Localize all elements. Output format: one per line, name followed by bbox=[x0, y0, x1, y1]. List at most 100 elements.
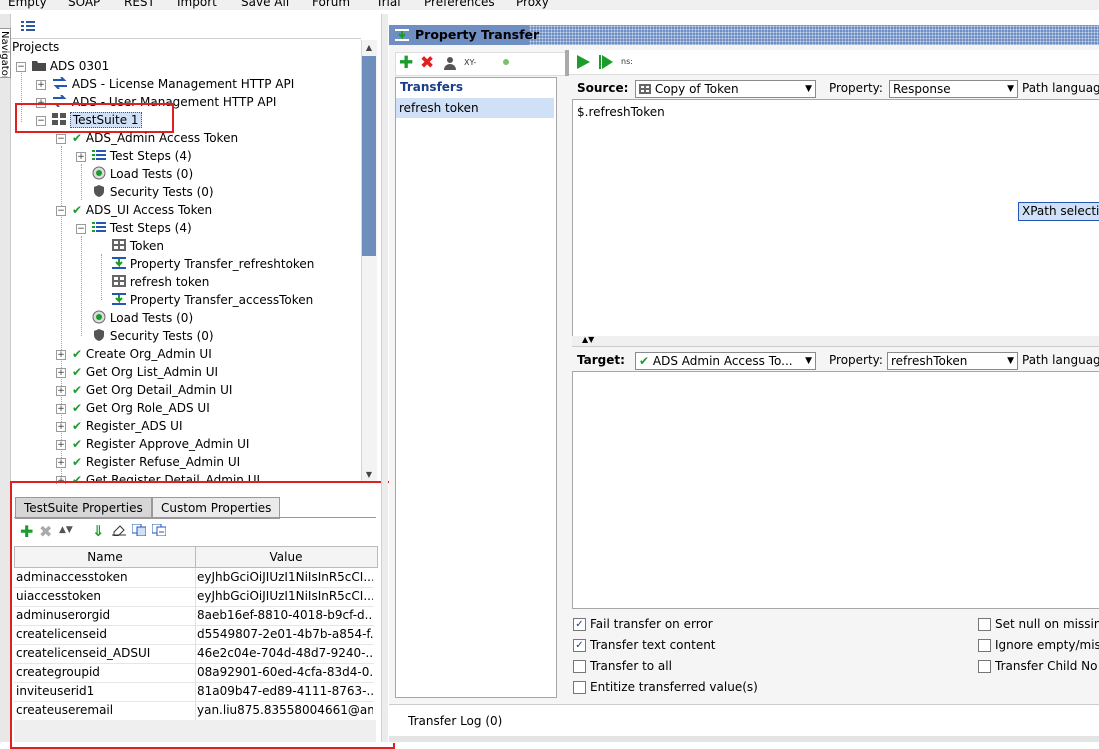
target-select[interactable]: ✔ ADS Admin Access To... ▼ bbox=[635, 352, 816, 370]
tree-case[interactable]: ✔ Get Org Detail_Admin UI bbox=[72, 381, 232, 399]
menu-soap[interactable]: SOAP bbox=[68, 0, 100, 9]
tree-load-tests[interactable]: Load Tests (0) bbox=[92, 165, 193, 183]
scroll-up-icon[interactable]: ▲ bbox=[362, 41, 376, 55]
folder-icon bbox=[32, 59, 46, 73]
expand-toggle[interactable]: + bbox=[56, 368, 66, 378]
tree-scroll-thumb[interactable] bbox=[362, 56, 376, 256]
tree-step-transfer-access[interactable]: Property Transfer_accessToken bbox=[112, 291, 313, 309]
steps-list-icon bbox=[92, 221, 106, 235]
menu-proxy[interactable]: Proxy bbox=[516, 0, 549, 9]
splitter-arrows-icon: ▲▼ bbox=[582, 335, 595, 344]
navigator-tab[interactable]: Navigator bbox=[0, 28, 11, 78]
menu-rest[interactable]: REST bbox=[124, 0, 155, 9]
expand-toggle[interactable]: + bbox=[36, 80, 46, 90]
tree-line bbox=[81, 236, 82, 336]
delete-transfer-icon[interactable]: ✖ bbox=[420, 53, 434, 73]
transfers-label: Transfers bbox=[400, 80, 463, 94]
tree-security-tests[interactable]: Security Tests (0) bbox=[92, 327, 214, 345]
transfer-child-checkbox[interactable] bbox=[978, 660, 991, 673]
menu-preferences[interactable]: Preferences bbox=[424, 0, 495, 9]
check-icon: ✔ bbox=[72, 383, 83, 397]
target-expression-area[interactable] bbox=[572, 371, 1099, 609]
area-splitter[interactable]: ▲▼ bbox=[572, 335, 1099, 347]
tree-project[interactable]: ADS 0301 bbox=[32, 57, 109, 75]
check-icon: ✔ bbox=[639, 354, 650, 368]
tree-step-transfer-refresh[interactable]: Property Transfer_refreshtoken bbox=[112, 255, 314, 273]
expand-toggle[interactable]: + bbox=[56, 404, 66, 414]
entitize-label: Entitize transferred value(s) bbox=[590, 680, 758, 694]
menu-import[interactable]: Import bbox=[177, 0, 217, 9]
gauge-icon bbox=[92, 310, 106, 325]
status-dot-icon bbox=[503, 59, 509, 65]
scroll-down-icon[interactable]: ▼ bbox=[362, 468, 376, 482]
gauge-icon bbox=[92, 166, 106, 181]
property-label: Property: bbox=[829, 81, 883, 95]
grid-icon bbox=[639, 82, 651, 96]
ignore-empty-checkbox[interactable] bbox=[978, 639, 991, 652]
transfer-text-checkbox[interactable]: ✓ bbox=[573, 639, 586, 652]
expand-toggle[interactable]: + bbox=[76, 152, 86, 162]
collapse-toggle[interactable]: − bbox=[76, 224, 86, 234]
property-label: Property: bbox=[829, 353, 883, 367]
fail-transfer-checkbox[interactable]: ✓ bbox=[573, 618, 586, 631]
xpath-tooltip: XPath selectio bbox=[1018, 202, 1099, 221]
tree-api-license[interactable]: ADS - License Management HTTP API bbox=[52, 75, 294, 93]
request-icon bbox=[112, 275, 126, 289]
tree-case[interactable]: ✔ Register Approve_Admin UI bbox=[72, 435, 249, 453]
tree-security-tests[interactable]: Security Tests (0) bbox=[92, 183, 214, 201]
tree-case[interactable]: ✔ Register Refuse_Admin UI bbox=[72, 453, 240, 471]
expand-toggle[interactable]: + bbox=[56, 386, 66, 396]
tree-load-tests[interactable]: Load Tests (0) bbox=[92, 309, 193, 327]
panel-splitter[interactable] bbox=[381, 14, 388, 742]
menu-forum[interactable]: Forum bbox=[312, 0, 350, 9]
collapse-toggle[interactable]: − bbox=[56, 134, 66, 144]
projects-label: Projects bbox=[12, 40, 60, 54]
request-icon bbox=[112, 239, 126, 253]
xy-icon[interactable]: XY- bbox=[464, 58, 476, 67]
expand-toggle[interactable]: + bbox=[56, 422, 66, 432]
tree-test-steps[interactable]: Test Steps (4) bbox=[92, 219, 192, 237]
target-property-select[interactable]: refreshToken ▼ bbox=[887, 352, 1018, 370]
entitize-checkbox[interactable] bbox=[573, 681, 586, 694]
panel-title: Property Transfer bbox=[415, 27, 540, 42]
expand-toggle[interactable]: + bbox=[56, 350, 66, 360]
menu-empty[interactable]: Empty bbox=[8, 0, 47, 9]
user-icon[interactable] bbox=[444, 56, 456, 70]
collapse-toggle[interactable]: − bbox=[56, 206, 66, 216]
source-select[interactable]: Copy of Token ▼ bbox=[635, 80, 816, 98]
check-icon: ✔ bbox=[72, 455, 83, 469]
tree-case[interactable]: ✔ Register_ADS UI bbox=[72, 417, 183, 435]
namespace-icon[interactable]: ns: bbox=[621, 57, 633, 66]
transfer-to-all-checkbox[interactable] bbox=[573, 660, 586, 673]
tree-step-token[interactable]: Token bbox=[112, 237, 164, 255]
path-language-label: Path language bbox=[1022, 353, 1099, 367]
list-item[interactable]: refresh token bbox=[396, 98, 554, 118]
transfer-icon bbox=[395, 29, 409, 41]
tab-transfer-log[interactable]: Transfer Log (0) bbox=[408, 714, 502, 728]
expand-toggle[interactable]: + bbox=[56, 440, 66, 450]
run-icon[interactable] bbox=[577, 54, 591, 70]
list-view-icon[interactable] bbox=[21, 20, 35, 32]
add-transfer-icon[interactable]: ✚ bbox=[399, 53, 413, 73]
tree-case[interactable]: ✔ Create Org_Admin UI bbox=[72, 345, 212, 363]
tree-case[interactable]: ✔ Get Org Role_ADS UI bbox=[72, 399, 210, 417]
run-all-icon[interactable] bbox=[599, 54, 613, 70]
tree-case-ui-token[interactable]: ✔ ADS_UI Access Token bbox=[72, 201, 212, 219]
run-toolbar bbox=[569, 50, 1099, 75]
tree-line bbox=[61, 146, 62, 356]
check-icon: ✔ bbox=[72, 131, 83, 145]
tree-step-refresh-token[interactable]: refresh token bbox=[112, 273, 209, 291]
collapse-toggle[interactable]: − bbox=[16, 62, 26, 72]
tree-case[interactable]: ✔ Get Org List_Admin UI bbox=[72, 363, 218, 381]
path-language-label: Path language bbox=[1022, 81, 1099, 95]
tree-test-steps[interactable]: Test Steps (4) bbox=[92, 147, 192, 165]
expand-toggle[interactable]: + bbox=[56, 458, 66, 468]
check-icon: ✔ bbox=[72, 347, 83, 361]
menu-trial[interactable]: Trial bbox=[376, 0, 401, 9]
transfer-child-label: Transfer Child No bbox=[995, 659, 1098, 673]
tree-case-admin-token[interactable]: ✔ ADS_Admin Access Token bbox=[72, 129, 238, 147]
transfers-list bbox=[395, 77, 557, 698]
set-null-checkbox[interactable] bbox=[978, 618, 991, 631]
source-property-select[interactable]: Response ▼ bbox=[889, 80, 1018, 98]
menu-save-all[interactable]: Save All bbox=[241, 0, 289, 9]
